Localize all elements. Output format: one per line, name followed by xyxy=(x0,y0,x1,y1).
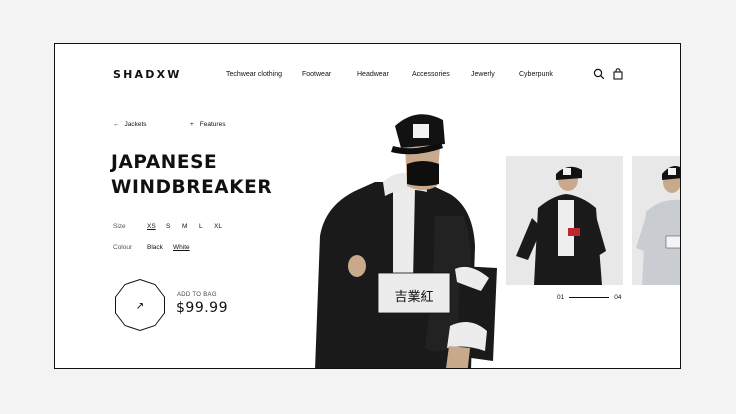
pager-progress-line xyxy=(569,297,610,298)
size-option-l[interactable]: L xyxy=(199,223,203,230)
gallery-thumbnail-1[interactable] xyxy=(506,156,623,285)
pager-total: 04 xyxy=(614,294,622,301)
features-label: Features xyxy=(199,121,226,128)
size-label: Size xyxy=(113,223,126,230)
add-to-bag-button[interactable]: ↗ xyxy=(113,278,167,332)
nav-item-footwear[interactable]: Footwear xyxy=(302,71,331,78)
product-title-line-2: WINDBREAKER xyxy=(111,177,273,198)
back-label: Jackets xyxy=(124,121,147,128)
nav-item-accessories[interactable]: Accessories xyxy=(412,71,450,78)
size-option-m[interactable]: M xyxy=(182,223,187,230)
arrow-up-right-icon: ↗ xyxy=(136,301,144,312)
nav-item-jewerly[interactable]: Jewerly xyxy=(471,71,495,78)
search-icon[interactable] xyxy=(593,68,605,80)
features-toggle[interactable]: + Features xyxy=(190,121,225,128)
plus-icon: + xyxy=(190,121,194,128)
page-frame: SHADXW Techwear clothing Footwear Headwe… xyxy=(54,43,681,369)
back-to-jackets-link[interactable]: ← Jackets xyxy=(113,121,147,128)
product-title: JAPANESE WINDBREAKER xyxy=(111,150,272,200)
gallery-pager: 01 04 xyxy=(557,294,621,301)
nav-item-cyberpunk[interactable]: Cyberpunk xyxy=(519,71,553,78)
bag-icon[interactable] xyxy=(612,68,624,80)
size-option-xs[interactable]: XS xyxy=(147,223,156,230)
product-title-line-1: JAPANESE xyxy=(111,152,218,173)
pager-current: 01 xyxy=(557,294,565,301)
size-option-xl[interactable]: XL xyxy=(214,223,222,230)
nav-item-techwear[interactable]: Techwear clothing xyxy=(226,71,282,78)
product-hero-image: 吉業紅 xyxy=(275,86,505,368)
gallery-thumbnail-2[interactable] xyxy=(632,156,681,285)
nav-item-headwear[interactable]: Headwear xyxy=(357,71,389,78)
main-nav: Techwear clothing Footwear Headwear Acce… xyxy=(55,71,680,83)
add-to-bag-label: ADD TO BAG xyxy=(177,292,217,298)
product-price: $99.99 xyxy=(176,300,228,316)
colour-option-black[interactable]: Black xyxy=(147,244,163,251)
colour-label: Colour xyxy=(113,244,133,251)
colour-option-white[interactable]: White xyxy=(173,244,190,251)
arrow-left-icon: ← xyxy=(113,121,120,128)
jacket-patch-text: 吉業紅 xyxy=(394,289,433,305)
size-option-s[interactable]: S xyxy=(166,223,170,230)
